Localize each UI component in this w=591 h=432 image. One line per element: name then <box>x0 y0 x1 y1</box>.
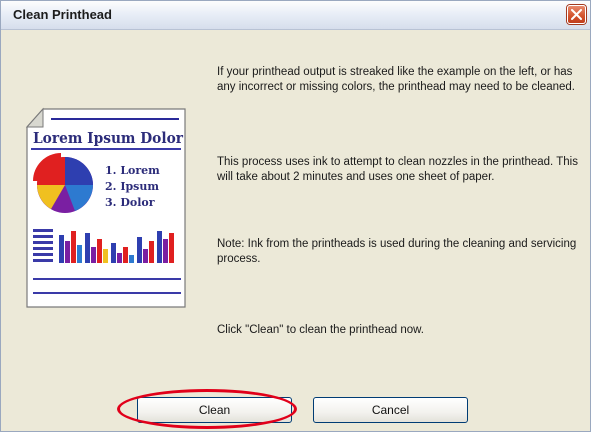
printout-illustration: Lorem Ipsum Dolor 1. Lorem 2. Ipsum 3. D… <box>25 107 186 308</box>
dialog-title: Clean Printhead <box>13 7 112 22</box>
description-instruction: Click "Clean" to clean the printhead now… <box>217 324 424 336</box>
close-button[interactable] <box>567 5 586 24</box>
illustration-item-2: 2. Ipsum <box>105 180 159 193</box>
clean-button[interactable]: Clean <box>137 397 292 423</box>
description-note: Note: Ink from the printheads is used du… <box>217 238 577 265</box>
illustration-item-1: 1. Lorem <box>105 164 160 177</box>
close-icon <box>571 9 582 20</box>
description-streaked: If your printhead output is streaked lik… <box>217 66 575 93</box>
illustration-item-3: 3. Dolor <box>105 196 155 209</box>
dialog-body: Lorem Ipsum Dolor 1. Lorem 2. Ipsum 3. D… <box>7 31 586 429</box>
title-bar: Clean Printhead <box>1 1 590 30</box>
illustration-heading: Lorem Ipsum Dolor <box>33 129 184 147</box>
cancel-button[interactable]: Cancel <box>313 397 468 423</box>
clean-printhead-dialog: Clean Printhead Lorem Ipsum Dolor 1. Lor… <box>0 0 591 432</box>
description-process: This process uses ink to attempt to clea… <box>217 156 578 183</box>
